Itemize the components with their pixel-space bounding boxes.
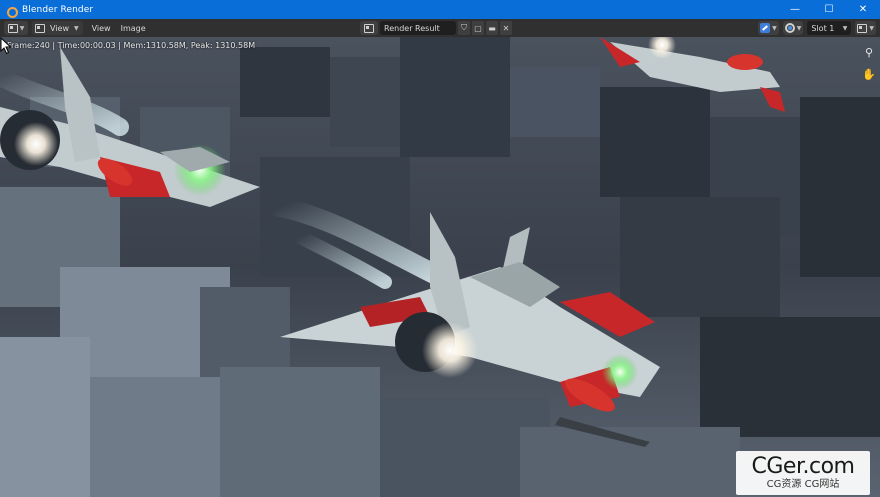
sample-tool-button[interactable]: ▼: [758, 21, 779, 35]
render-slot-selector[interactable]: Slot 1 ▼: [807, 21, 852, 35]
new-image-icon[interactable]: ▢: [472, 21, 484, 35]
watermark: CGer.com CG资源 CG网站: [736, 451, 870, 495]
slot-label: Slot 1: [811, 23, 835, 33]
image-datablock-selector: Render Result ⛉ ▢ ▬ ✕: [360, 21, 512, 35]
chevron-down-icon: ▼: [73, 24, 79, 32]
unlink-close-icon[interactable]: ✕: [500, 21, 512, 35]
viewport-navigation: ⚲ ✋: [862, 45, 876, 81]
watermark-logo: CGer.com: [751, 453, 855, 479]
open-folder-icon[interactable]: ▬: [486, 21, 498, 35]
fake-user-shield-icon[interactable]: ⛉: [458, 21, 470, 35]
watermark-subtitle: CG资源 CG网站: [766, 478, 840, 490]
minimize-button[interactable]: —: [778, 0, 812, 19]
window-controls: — ☐ ✕: [778, 0, 880, 19]
image-icon: [364, 23, 374, 33]
zoom-icon[interactable]: ⚲: [862, 45, 876, 59]
sample-tool-icon: [760, 23, 771, 33]
header-right-tools: ▼ ▼ Slot 1 ▼ ▼: [758, 21, 876, 35]
editor-type-selector[interactable]: ▼: [4, 21, 28, 35]
chevron-down-icon: ▼: [19, 24, 25, 32]
menu-image[interactable]: Image: [116, 24, 151, 33]
display-channels-icon: [857, 23, 868, 33]
mouse-cursor-icon: [0, 37, 12, 55]
image-editor-header: ▼ View ▼ View Image Render Result ⛉ ▢ ▬ …: [0, 19, 880, 37]
menu-view[interactable]: View: [87, 24, 116, 33]
image-editor-icon: [7, 23, 18, 33]
title-bar: Blender Render — ☐ ✕: [0, 0, 880, 19]
browse-image-button[interactable]: [360, 21, 378, 35]
window-title: Blender Render: [22, 4, 94, 15]
view-mode-selector[interactable]: View ▼: [32, 21, 83, 35]
render-viewport[interactable]: Frame:240 | Time:00:00.03 | Mem:1310.58M…: [0, 37, 880, 497]
chevron-down-icon: ▼: [772, 24, 777, 32]
blender-logo-icon: [6, 5, 18, 18]
chevron-down-icon: ▼: [842, 24, 848, 32]
chevron-down-icon: ▼: [869, 24, 874, 32]
overlay-button[interactable]: ▼: [782, 21, 804, 35]
view-mode-label: View: [50, 23, 69, 33]
view-mode-icon: [35, 23, 45, 33]
image-name-field[interactable]: Render Result: [380, 21, 456, 35]
maximize-button[interactable]: ☐: [812, 0, 846, 19]
render-stats-text: Frame:240 | Time:00:00.03 | Mem:1310.58M…: [7, 41, 256, 50]
chevron-down-icon: ▼: [796, 24, 802, 32]
blender-render-window: Blender Render — ☐ ✕ ▼ View ▼ View Image…: [0, 0, 880, 497]
close-button[interactable]: ✕: [846, 0, 880, 19]
hand-icon[interactable]: ✋: [862, 67, 876, 81]
render-image: [0, 37, 880, 497]
overlay-icon: [784, 23, 795, 33]
display-channels-button[interactable]: ▼: [855, 21, 876, 35]
